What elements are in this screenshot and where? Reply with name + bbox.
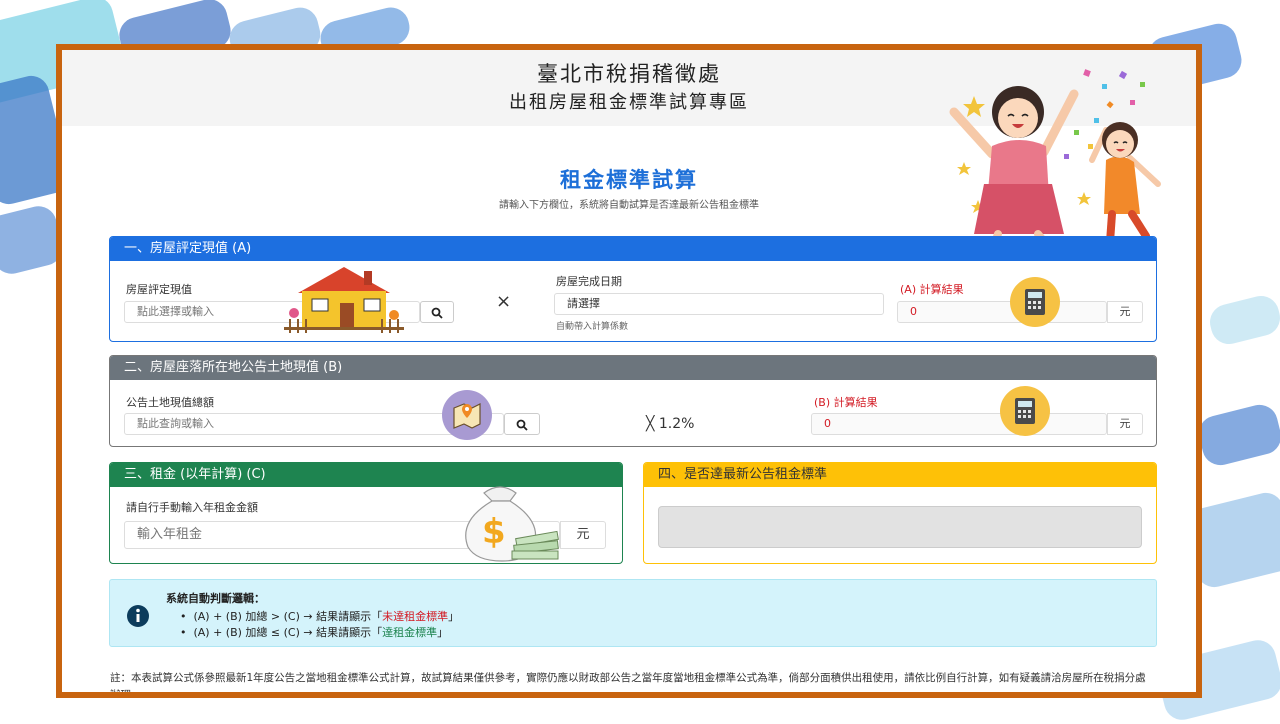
land-value-label: 公告土地現值總額 bbox=[126, 396, 214, 409]
map-icon bbox=[442, 390, 492, 440]
page-title: 租金標準試算 bbox=[560, 168, 698, 192]
section-a-card: 一、房屋評定現值 (A) 房屋評定現值 點此選擇或輸入 × 房屋完成日期 請選擇… bbox=[109, 236, 1157, 342]
rule-1-result: 未達租金標準 bbox=[382, 610, 449, 623]
section-d-header: 四、是否達最新公告租金標準 bbox=[644, 463, 1156, 487]
calculator-icon bbox=[1010, 277, 1060, 327]
result-a-field: 0 bbox=[897, 301, 1107, 323]
search-icon bbox=[516, 419, 528, 431]
house-illustration bbox=[284, 267, 404, 333]
multiply-rate: ╳ 1.2% bbox=[646, 416, 695, 432]
completion-date-hint: 自動帶入計算係數 bbox=[556, 322, 629, 332]
rule-2-text: (A) + (B) 加總 ≤ (C) → 結果請顯示「 bbox=[193, 626, 383, 639]
standard-result-box bbox=[658, 506, 1142, 548]
result-a-label: (A) 計算結果 bbox=[900, 283, 964, 296]
section-b-card: 二、房屋座落所在地公告土地現值 (B) 公告土地現值總額 點此查詢或輸入 ╳ 1… bbox=[109, 355, 1157, 447]
info-icon bbox=[127, 605, 149, 627]
annual-rent-unit: 元 bbox=[560, 521, 606, 549]
multiply-sign: × bbox=[496, 291, 512, 312]
search-icon bbox=[431, 307, 443, 319]
section-d-card: 四、是否達最新公告租金標準 bbox=[643, 462, 1157, 564]
info-rule-1: • (A) + (B) 加總 > (C) → 結果請顯示「未達租金標準」 bbox=[180, 608, 459, 624]
info-rule-2: • (A) + (B) 加總 ≤ (C) → 結果請顯示「達租金標準」 bbox=[180, 624, 448, 640]
money-bag-illustration: $ bbox=[465, 486, 559, 562]
bg-shape bbox=[1206, 292, 1280, 348]
result-a-unit: 元 bbox=[1107, 301, 1143, 323]
section-c-card: 三、租金 (以年計算) (C) 請自行手動輸入年租金金額 輸入年租金 元 $ bbox=[109, 462, 623, 564]
svg-text:$: $ bbox=[482, 512, 506, 552]
result-b-label: (B) 計算結果 bbox=[814, 396, 878, 409]
rule-1-text: (A) + (B) 加總 > (C) → 結果請顯示「 bbox=[193, 610, 383, 623]
result-b-field: 0 bbox=[811, 413, 1107, 435]
calculator-frame: 臺北市稅捐稽徵處 出租房屋租金標準試算專區 租金標準試算 請輸入下方欄位，系統將… bbox=[56, 44, 1202, 698]
result-b-unit: 元 bbox=[1107, 413, 1143, 435]
completion-date-select[interactable]: 請選擇 bbox=[554, 293, 884, 315]
completion-date-label: 房屋完成日期 bbox=[556, 275, 622, 288]
section-b-header: 二、房屋座落所在地公告土地現值 (B) bbox=[110, 356, 1156, 380]
rule-bullet: • bbox=[180, 610, 194, 623]
celebrating-family-illustration bbox=[949, 69, 1161, 260]
rule-2-result: 達租金標準 bbox=[382, 626, 438, 639]
land-value-search-button[interactable] bbox=[504, 413, 540, 435]
calculator-icon bbox=[1000, 386, 1050, 436]
rent-input-label: 請自行手動輸入年租金金額 bbox=[126, 501, 258, 514]
house-value-search-button[interactable] bbox=[420, 301, 454, 323]
logic-info-box: 系統自動判斷邏輯： • (A) + (B) 加總 > (C) → 結果請顯示「未… bbox=[109, 579, 1157, 647]
footer-note: 註：本表試算公式係參照最新1年度公告之當地租金標準公式計算，故試算結果僅供參考，… bbox=[110, 672, 1146, 698]
rule-2-end: 」 bbox=[437, 626, 449, 639]
bg-shape bbox=[1195, 401, 1280, 469]
info-title: 系統自動判斷邏輯： bbox=[166, 592, 265, 605]
house-value-label: 房屋評定現值 bbox=[126, 283, 192, 296]
section-a-header: 一、房屋評定現值 (A) bbox=[110, 237, 1156, 261]
page-subtitle: 請輸入下方欄位，系統將自動試算是否達最新公告租金標準 bbox=[499, 200, 759, 211]
rule-1-end: 」 bbox=[448, 610, 460, 623]
rule-bullet: • bbox=[180, 626, 194, 639]
